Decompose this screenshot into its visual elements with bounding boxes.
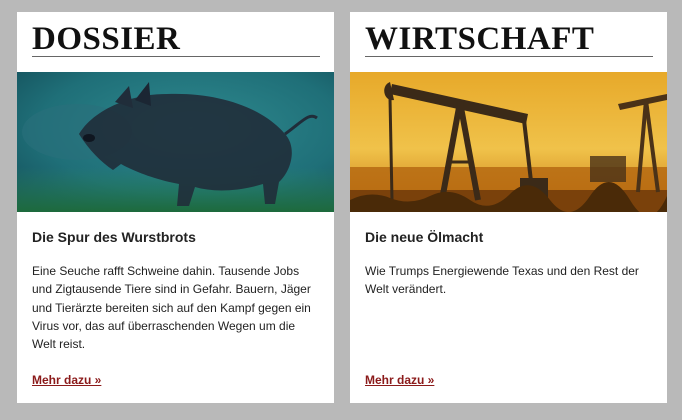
more-link[interactable]: Mehr dazu » bbox=[365, 373, 434, 387]
divider bbox=[32, 56, 320, 57]
teaser-headline[interactable]: Die neue Ölmacht bbox=[365, 229, 655, 245]
teaser-body: Wie Trumps Energiewende Texas und den Re… bbox=[365, 264, 639, 297]
wild-boar-photo bbox=[17, 72, 334, 212]
more-link[interactable]: Mehr dazu » bbox=[32, 373, 101, 387]
teaser-headline[interactable]: Die Spur des Wurstbrots bbox=[32, 229, 322, 245]
section-title[interactable]: DOSSIER bbox=[32, 22, 320, 56]
section-title[interactable]: WIRTSCHAFT bbox=[365, 22, 653, 56]
oil-pumpjack-photo bbox=[350, 72, 667, 212]
wild-boar-image[interactable] bbox=[17, 72, 334, 212]
divider bbox=[365, 56, 653, 57]
teaser-card-dossier: DOSSIER Die Spur des Wurstbrots Eine Seu… bbox=[17, 12, 334, 403]
teaser-card-wirtschaft: WIRTSCHAFT Die neue Ölmacht Wie Trumps E… bbox=[350, 12, 667, 403]
teaser-body: Eine Seuche rafft Schweine dahin. Tausen… bbox=[32, 264, 311, 352]
oil-pumpjack-image[interactable] bbox=[350, 72, 667, 212]
